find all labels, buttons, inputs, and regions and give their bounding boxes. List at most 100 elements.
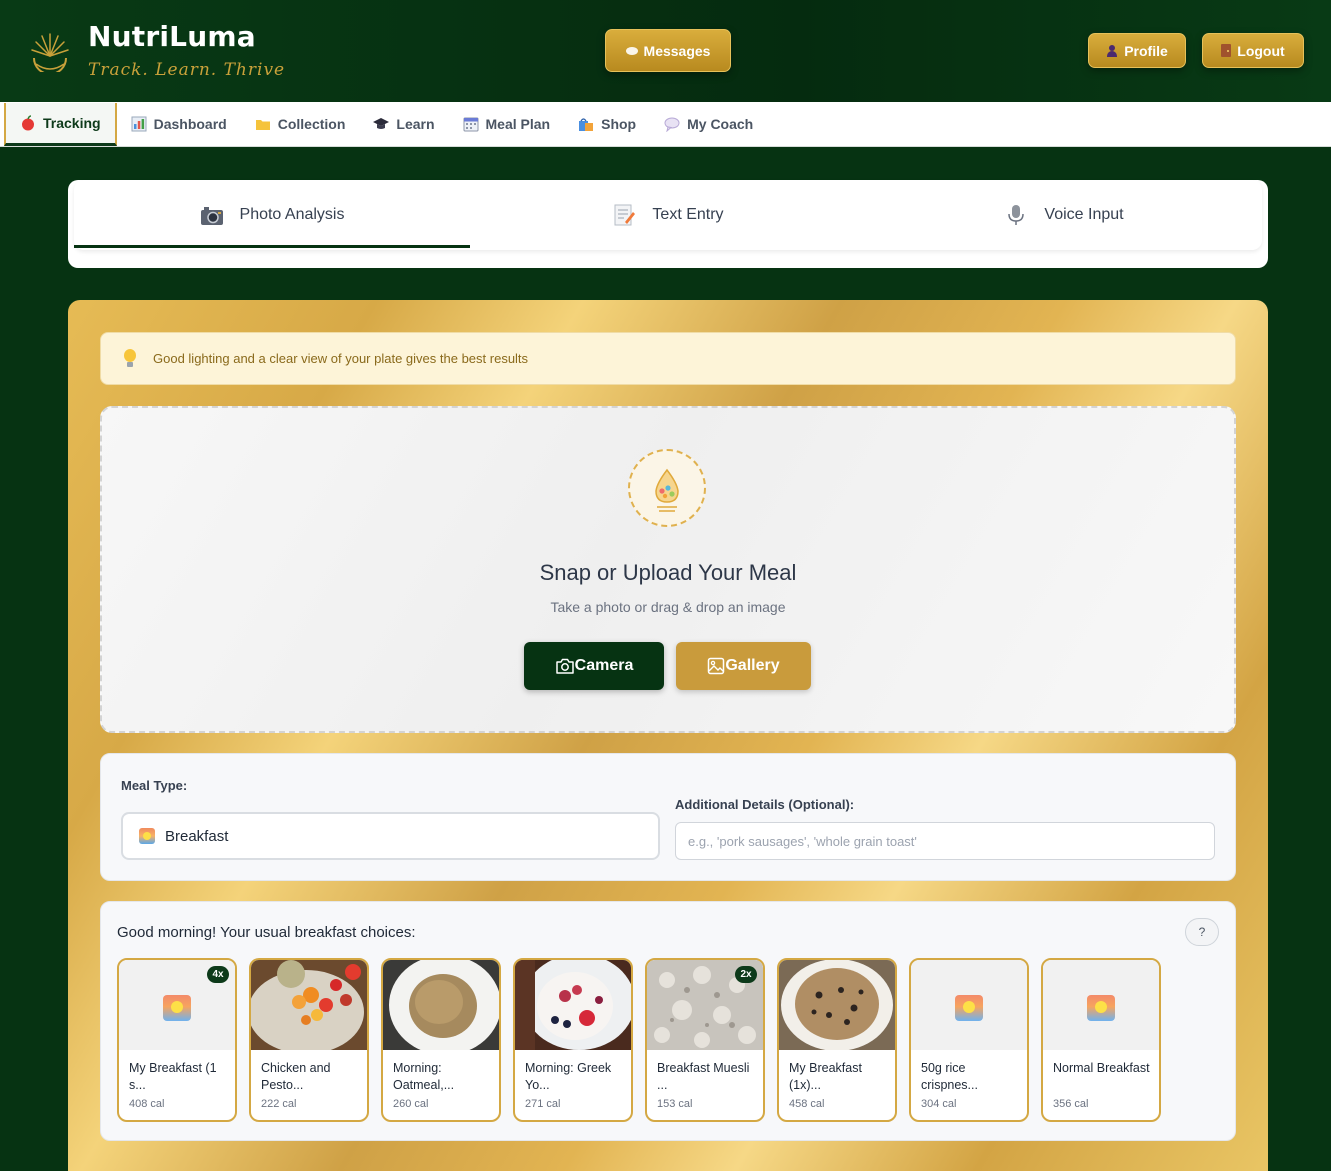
- oatmeal-bowl-photo: [383, 960, 499, 1050]
- nav-tracking[interactable]: Tracking: [4, 102, 117, 146]
- meal-thumbnail: [1043, 960, 1159, 1050]
- meal-thumbnail: [515, 960, 631, 1050]
- profile-label: Profile: [1124, 42, 1168, 59]
- input-method-card: Photo Analysis Text Entry Voice Input: [68, 180, 1268, 268]
- camera-outline-icon: [555, 658, 574, 674]
- sunrise-icon: [163, 995, 191, 1021]
- gallery-button-label: Gallery: [725, 657, 780, 674]
- sunrise-icon: [139, 828, 155, 844]
- meal-tile[interactable]: Morning: Greek Yo... 271 cal: [513, 958, 633, 1122]
- nav-tracking-label: Tracking: [43, 114, 101, 131]
- meal-thumbnail: [779, 960, 895, 1050]
- upload-zone-icon: [628, 449, 706, 527]
- meal-tile-name: 50g rice crispnes...: [921, 1061, 978, 1092]
- sunrise-icon: [955, 995, 983, 1021]
- meal-tile-name: Breakfast Muesli ...: [657, 1061, 750, 1092]
- person-icon: [1106, 44, 1118, 57]
- meal-tile-name: My Breakfast (1 s...: [129, 1061, 217, 1092]
- nav-dashboard[interactable]: Dashboard: [117, 103, 241, 146]
- meal-tile-calories: 153 cal: [657, 1098, 693, 1110]
- camera-icon: [200, 207, 223, 225]
- profile-button[interactable]: Profile: [1088, 33, 1186, 68]
- usual-choices-title: Good morning! Your usual breakfast choic…: [117, 924, 416, 941]
- meal-tile-name: Morning: Greek Yo...: [525, 1061, 612, 1092]
- meal-tile-calories: 458 cal: [789, 1098, 825, 1110]
- folder-icon: [255, 120, 270, 130]
- nav-collection[interactable]: Collection: [241, 103, 360, 146]
- tab-text-entry[interactable]: Text Entry: [470, 180, 866, 250]
- meal-tile-calories: 222 cal: [261, 1098, 297, 1110]
- meal-tile-calories: 356 cal: [1053, 1098, 1089, 1110]
- meal-tile-name: Chicken and Pesto...: [261, 1061, 331, 1092]
- nav-shop-label: Shop: [601, 116, 637, 132]
- meal-tile-name: Morning: Oatmeal,...: [393, 1061, 455, 1092]
- speech-bubble-icon: [625, 46, 638, 55]
- meal-thumbnail: [383, 960, 499, 1050]
- memo-icon: [614, 204, 636, 226]
- meal-tile[interactable]: 2x Breakfast Muesli ... 153 cal: [645, 958, 765, 1122]
- nav-learn[interactable]: Learn: [359, 103, 448, 146]
- lightbulb-icon: [123, 348, 137, 369]
- porridge-raisins-photo: [779, 960, 895, 1050]
- help-button[interactable]: ?: [1185, 918, 1219, 946]
- upload-title: Snap or Upload Your Meal: [539, 560, 797, 585]
- yogurt-berries-photo: [515, 960, 631, 1050]
- meal-tile-name: Normal Breakfast: [1053, 1061, 1150, 1075]
- food-drop-icon: [655, 468, 679, 512]
- nav-my-coach[interactable]: My Coach: [650, 103, 767, 146]
- fruit-plate-photo: [251, 960, 367, 1050]
- graduation-cap-icon: [373, 118, 390, 129]
- tip-banner: Good lighting and a clear view of your p…: [100, 332, 1236, 385]
- details-input[interactable]: [675, 822, 1215, 860]
- meal-tile[interactable]: Chicken and Pesto... 222 cal: [249, 958, 369, 1122]
- tip-text: Good lighting and a clear view of your p…: [153, 351, 529, 366]
- meal-type-select[interactable]: Breakfast: [121, 812, 660, 860]
- messages-label: Messages: [643, 42, 711, 59]
- nav-meal-plan-label: Meal Plan: [485, 116, 551, 132]
- speech-bubble-icon: [664, 117, 680, 132]
- tab-voice-input[interactable]: Voice Input: [866, 180, 1262, 250]
- brand-name: NutriLuma: [88, 20, 256, 53]
- gallery-button[interactable]: Gallery: [676, 642, 811, 690]
- meal-thumbnail: [251, 960, 367, 1050]
- nav-shop[interactable]: Shop: [564, 103, 650, 146]
- camera-button-label: Camera: [574, 657, 634, 674]
- brand-tagline: Track. Learn. Thrive: [88, 60, 286, 80]
- app-header: NutriLuma Track. Learn. Thrive Messages …: [0, 0, 1331, 102]
- logout-button[interactable]: Logout: [1202, 33, 1304, 68]
- meal-type-value: Breakfast: [165, 827, 229, 845]
- input-method-tabs: Photo Analysis Text Entry Voice Input: [74, 180, 1262, 250]
- microphone-icon: [1008, 205, 1025, 225]
- tab-text-entry-label: Text Entry: [652, 206, 724, 223]
- shopping-bag-icon: [579, 118, 594, 131]
- logout-label: Logout: [1237, 42, 1285, 59]
- apple-icon: [22, 114, 34, 130]
- chart-icon: [131, 116, 147, 132]
- frequency-badge: 2x: [735, 966, 757, 983]
- nav-meal-plan[interactable]: Meal Plan: [449, 103, 565, 146]
- meal-tile[interactable]: Normal Breakfast 356 cal: [1041, 958, 1161, 1122]
- meal-tile-name: My Breakfast (1x)...: [789, 1061, 862, 1092]
- upload-subtitle: Take a photo or drag & drop an image: [550, 599, 786, 615]
- meal-tile[interactable]: My Breakfast (1x)... 458 cal: [777, 958, 897, 1122]
- messages-button[interactable]: Messages: [605, 29, 731, 72]
- sunrise-logo-icon: [31, 33, 69, 72]
- meal-tile[interactable]: 50g rice crispnes... 304 cal: [909, 958, 1029, 1122]
- nav-collection-label: Collection: [277, 116, 346, 132]
- frequency-badge: 4x: [207, 966, 229, 983]
- tab-photo-analysis[interactable]: Photo Analysis: [74, 180, 470, 250]
- sunrise-icon: [1087, 995, 1115, 1021]
- meal-tile-calories: 271 cal: [525, 1098, 561, 1110]
- details-label: Additional Details (Optional):: [675, 797, 855, 812]
- meal-type-label: Meal Type:: [121, 778, 188, 793]
- meal-tile-calories: 408 cal: [129, 1098, 165, 1110]
- meal-thumbnail: [911, 960, 1027, 1050]
- meal-tile-calories: 304 cal: [921, 1098, 957, 1110]
- main-nav: Tracking Dashboard Collection Learn Meal…: [0, 102, 1331, 147]
- meal-tile[interactable]: Morning: Oatmeal,... 260 cal: [381, 958, 501, 1122]
- meal-tile[interactable]: 4x My Breakfast (1 s... 408 cal: [117, 958, 237, 1122]
- door-icon: [1221, 44, 1232, 57]
- nav-my-coach-label: My Coach: [687, 116, 754, 132]
- camera-button[interactable]: Camera: [524, 642, 664, 690]
- image-outline-icon: [708, 657, 725, 675]
